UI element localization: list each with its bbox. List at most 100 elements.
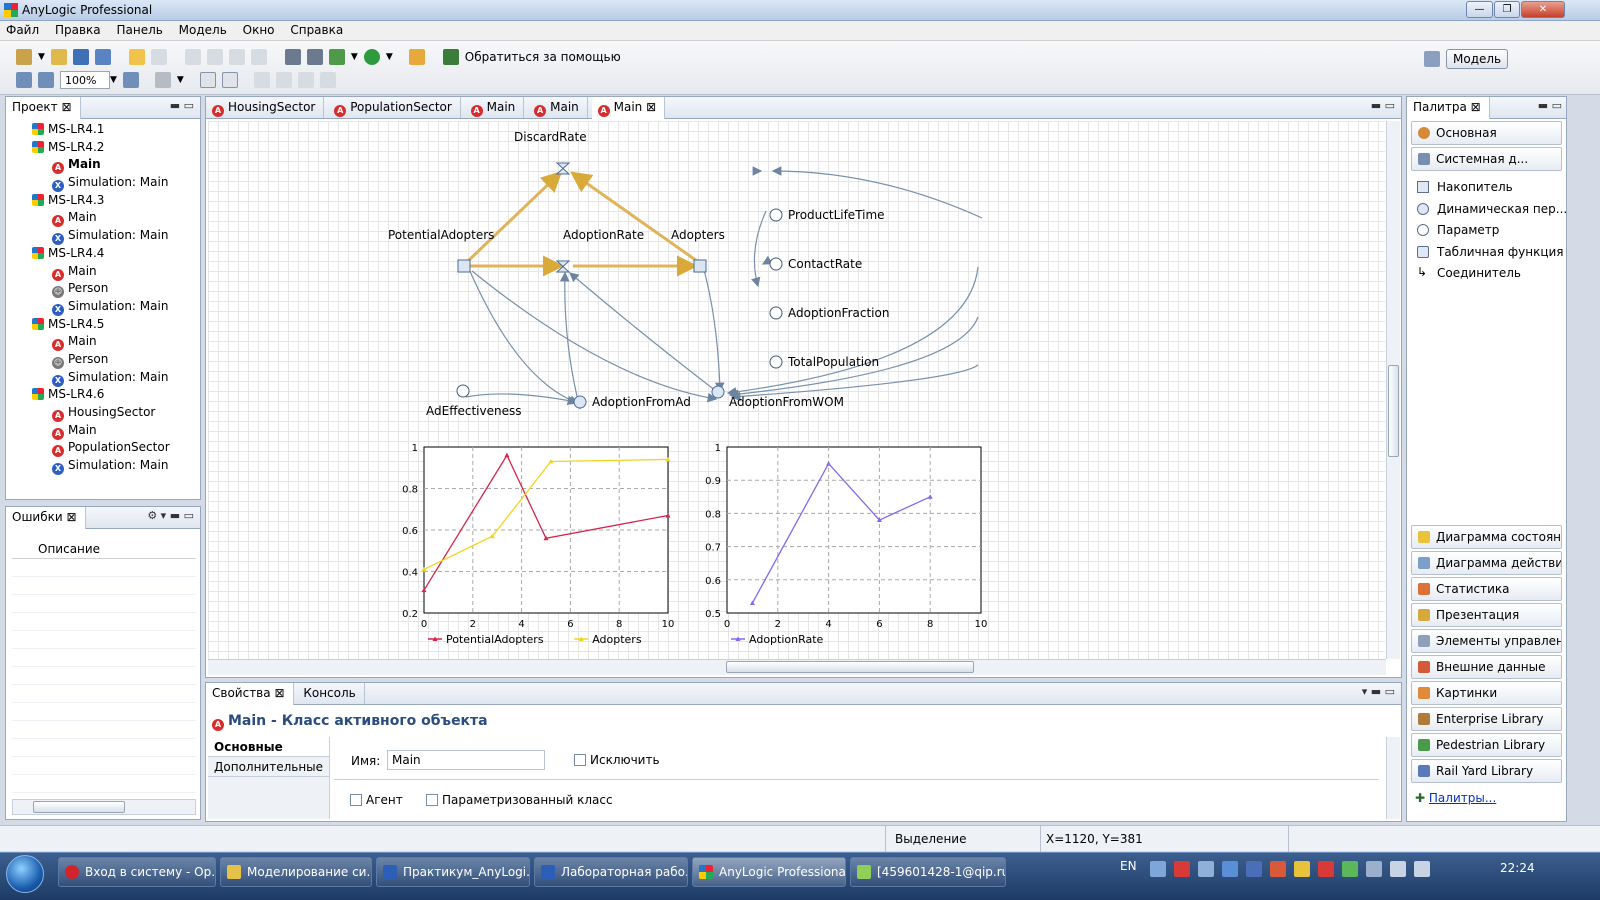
open-icon[interactable] <box>50 49 67 65</box>
redo-icon[interactable] <box>150 49 167 65</box>
project-tree-item[interactable]: MS-LR4.4 <box>10 245 200 263</box>
zoom-reset-icon[interactable] <box>38 72 54 88</box>
tray-sync-icon[interactable] <box>1222 861 1238 877</box>
menu-panel[interactable]: Панель <box>110 21 168 37</box>
snap-icon[interactable] <box>221 72 238 88</box>
stock-flow-diagram[interactable]: DiscardRate PotentialAdopters AdoptionRa… <box>208 121 1385 659</box>
taskbar-folder[interactable]: Моделирование си... <box>220 857 372 887</box>
tray-opera-icon[interactable] <box>1294 861 1310 877</box>
tab-console[interactable]: Консоль <box>297 683 365 704</box>
chevron-down-icon[interactable]: ▼ <box>38 52 45 62</box>
palette-section-controls[interactable]: Элементы управлен... <box>1411 629 1562 653</box>
menu-edit[interactable]: Правка <box>49 21 107 37</box>
project-tree-item[interactable]: X Simulation: Main <box>10 298 200 316</box>
properties-vscroll[interactable] <box>1386 737 1400 819</box>
project-tree-item[interactable]: X Simulation: Main <box>10 227 200 246</box>
chevron-down-icon[interactable]: ▼ <box>351 52 358 62</box>
tab-palette[interactable]: Палитра ⊠ <box>1407 97 1490 119</box>
project-tree-item[interactable]: ☺ Person <box>10 351 200 369</box>
side-tab-basic[interactable]: Основные <box>208 737 329 757</box>
send-back-icon[interactable] <box>297 72 314 88</box>
param-contactrate-icon[interactable] <box>769 257 783 271</box>
chevron-down-icon[interactable]: ▼ <box>386 52 393 62</box>
palette-section-statistics[interactable]: Статистика <box>1411 577 1562 601</box>
close-icon[interactable]: ⊠ <box>274 686 284 700</box>
taskbar-word-1[interactable]: Практикум_AnyLogi... <box>376 857 530 887</box>
project-tree-item[interactable]: X Simulation: Main <box>10 457 200 476</box>
param-adoptionfraction-icon[interactable] <box>769 306 783 320</box>
palette-section-sysdyn[interactable]: Системная д... <box>1411 147 1562 171</box>
undo-icon[interactable] <box>128 49 145 65</box>
tab-main-2[interactable]: A Main <box>528 97 588 118</box>
build-all-icon[interactable] <box>306 49 323 65</box>
chart-2[interactable]: 0 2 4 6 8 10 0.5 0.6 0.7 0.8 0.9 1 AdoptionRate <box>705 443 987 646</box>
group-icon[interactable] <box>319 72 336 88</box>
side-tab-advanced[interactable]: Дополнительные <box>208 757 329 777</box>
chevron-down-icon[interactable]: ▼ <box>110 75 117 85</box>
palette-section-basic[interactable]: Основная <box>1411 121 1562 145</box>
project-tree-item[interactable]: X Simulation: Main <box>10 369 200 387</box>
panel-minmax-icon[interactable]: ▬ ▭ <box>1371 99 1395 112</box>
copy-icon[interactable] <box>206 49 223 65</box>
stock-adopters[interactable] <box>693 259 707 273</box>
project-tree-item[interactable]: A Main <box>10 333 200 352</box>
dynvar-adoptionfromad-icon[interactable] <box>573 395 587 409</box>
taskbar-qip[interactable]: [459601428-1@qip.ru... <box>850 857 1006 887</box>
flow-adoptionrate-icon[interactable] <box>555 260 571 273</box>
tray-power-icon[interactable] <box>1366 861 1382 877</box>
tray-monitor-icon[interactable] <box>1198 861 1214 877</box>
errors-column-header[interactable]: Описание <box>12 539 196 559</box>
project-tree-item[interactable]: MS-LR4.5 <box>10 316 200 334</box>
build-icon[interactable] <box>284 49 301 65</box>
project-tree-item[interactable]: ☺ Person <box>10 280 200 299</box>
palette-section-external-data[interactable]: Внешние данные <box>1411 655 1562 679</box>
tab-populationsector[interactable]: A PopulationSector <box>328 97 461 118</box>
flow-discardrate-icon[interactable] <box>555 162 571 175</box>
save-all-icon[interactable] <box>94 49 111 65</box>
close-icon[interactable]: ⊠ <box>1471 100 1481 114</box>
tab-main-1[interactable]: A Main <box>465 97 525 118</box>
open-perspective-icon[interactable] <box>1424 51 1440 67</box>
align-icon[interactable] <box>253 72 270 88</box>
palette-parameter[interactable]: Параметр <box>1407 220 1566 242</box>
tray-volume-icon[interactable] <box>1390 861 1406 877</box>
tab-errors[interactable]: Ошибки ⊠ <box>6 507 86 529</box>
menu-help[interactable]: Справка <box>284 21 349 37</box>
project-tree-item[interactable]: A PopulationSector <box>10 439 200 458</box>
taskbar-word-2[interactable]: Лабораторная рабо... <box>534 857 688 887</box>
close-button[interactable]: ✕ <box>1521 1 1565 18</box>
tray-antivirus-icon[interactable] <box>1174 861 1190 877</box>
project-tree-item[interactable]: MS-LR4.1 <box>10 121 200 139</box>
tray-qip-icon[interactable] <box>1342 861 1358 877</box>
palette-section-statechart[interactable]: Диаграмма состоян... <box>1411 525 1562 549</box>
param-totalpopulation-icon[interactable] <box>769 355 783 369</box>
palette-table-function[interactable]: Табличная функция <box>1407 242 1566 264</box>
close-icon[interactable]: ⊠ <box>646 100 656 114</box>
tab-properties[interactable]: Свойства ⊠ <box>206 683 294 705</box>
palette-stock[interactable]: Накопитель <box>1407 177 1566 199</box>
bring-front-icon[interactable] <box>275 72 292 88</box>
new-model-icon[interactable] <box>16 49 32 65</box>
taskbar-opera[interactable]: Вход в систему - Ор... <box>58 857 216 887</box>
param-productlifetime-icon[interactable] <box>769 208 783 222</box>
project-tree-item[interactable]: A Main <box>10 156 200 175</box>
cut-icon[interactable] <box>184 49 201 65</box>
name-input[interactable]: Main <box>387 750 545 770</box>
language-indicator[interactable]: EN <box>1120 859 1137 873</box>
panel-minmax-icon[interactable]: ▬ ▭ <box>1538 99 1562 112</box>
exclude-checkbox[interactable]: Исключить <box>574 753 660 767</box>
chart-1[interactable]: 0 2 4 6 8 10 0.2 0.4 0.6 0.8 1 PotentialAdopters Ado… <box>402 443 674 646</box>
minimize-button[interactable]: — <box>1466 1 1493 18</box>
taskbar-anylogic[interactable]: AnyLogic Professional <box>692 857 846 887</box>
chevron-down-icon[interactable]: ▼ <box>177 75 184 85</box>
zoom-in-icon[interactable] <box>122 72 139 88</box>
palette-section-presentation[interactable]: Презентация <box>1411 603 1562 627</box>
stock-potentialadopters[interactable] <box>457 259 471 273</box>
paste-icon[interactable] <box>228 49 245 65</box>
panel-minmax-icon[interactable]: ⚙ ▾ ▬ ▭ <box>147 509 194 522</box>
zoom-fit-icon[interactable] <box>16 72 32 88</box>
palette-dynamic-variable[interactable]: Динамическая пер... <box>1407 199 1566 221</box>
palette-section-pictures[interactable]: Картинки <box>1411 681 1562 705</box>
panel-minmax-icon[interactable]: ▬ ▭ <box>170 99 194 112</box>
menu-window[interactable]: Окно <box>237 21 281 37</box>
